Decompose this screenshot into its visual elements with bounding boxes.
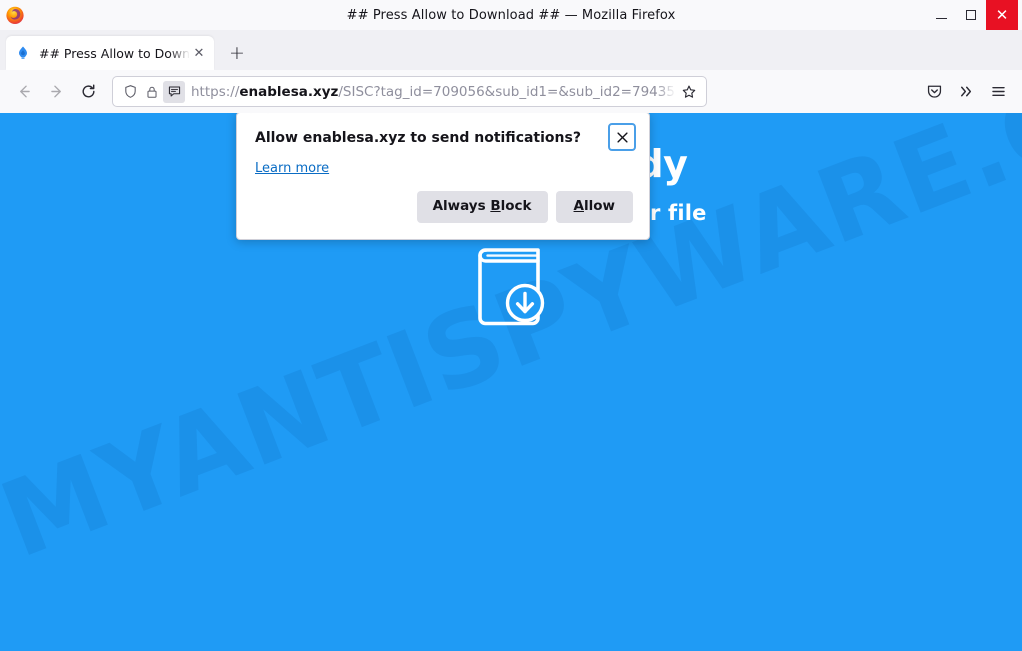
overflow-menu-button[interactable] [950,76,982,108]
dialog-close-button[interactable] [608,123,636,151]
always-block-suffix: lock [500,198,532,215]
tab-strip: ## Press Allow to Downl ✕ + [0,30,1022,70]
maximize-button[interactable] [956,0,986,30]
browser-window: ## Press Allow to Download ## — Mozilla … [0,0,1022,651]
tab-favicon-icon [15,45,31,61]
always-block-accesskey: B [490,198,501,215]
hamburger-menu-icon [991,86,1005,97]
pocket-icon [927,85,941,98]
url-host: enablesa.xyz [239,83,339,100]
always-block-prefix: Always [432,198,491,215]
always-block-button[interactable]: Always Block [416,191,548,223]
back-button[interactable] [8,76,40,108]
app-menu-button[interactable] [982,76,1014,108]
pocket-button[interactable] [918,76,950,108]
close-icon [616,131,628,143]
content-area: MYANTISPYWARE.COM Your file is ready cli… [0,113,1022,651]
minimize-icon [935,17,947,19]
close-window-button[interactable]: ✕ [986,0,1018,30]
url-scheme: https:// [191,83,240,100]
reload-button[interactable] [72,76,104,108]
forward-arrow-icon [50,85,61,98]
padlock-icon[interactable] [141,81,163,103]
book-download-icon [478,247,545,325]
window-controls: ✕ [926,0,1022,30]
url-bar[interactable]: https://enablesa.xyz/SISC?tag_id=709056&… [112,76,707,107]
url-text[interactable]: https://enablesa.xyz/SISC?tag_id=709056&… [191,84,676,100]
reload-icon [81,84,95,98]
back-arrow-icon [19,85,30,98]
shield-icon[interactable] [119,81,141,103]
firefox-logo-icon [4,4,26,26]
maximize-icon [966,10,976,20]
tab-close-button[interactable]: ✕ [190,44,208,62]
tab-title: ## Press Allow to Downl [39,45,190,61]
bookmark-star-icon[interactable] [676,79,702,105]
allow-suffix: llow [583,198,615,215]
tab-active[interactable]: ## Press Allow to Downl ✕ [6,36,214,70]
minimize-button[interactable] [926,0,956,30]
window-title: ## Press Allow to Download ## — Mozilla … [346,7,676,23]
forward-button[interactable] [40,76,72,108]
notification-permission-dialog: Allow enablesa.xyz to send notifications… [236,113,650,240]
learn-more-link[interactable]: Learn more [255,161,329,176]
double-chevron-icon [960,86,971,97]
dialog-body: Allow enablesa.xyz to send notifications… [237,113,649,177]
toolbar-right-group [918,76,1014,108]
navigation-toolbar: https://enablesa.xyz/SISC?tag_id=709056&… [0,70,1022,113]
url-path: /SISC?tag_id=709056&sub_id1=&sub_id2=794… [338,83,676,100]
download-icon-wrapper [0,245,1022,333]
close-icon: ✕ [995,5,1009,24]
dialog-title: Allow enablesa.xyz to send notifications… [255,130,581,146]
new-tab-button[interactable]: + [222,38,252,68]
allow-accesskey: A [573,198,584,215]
notification-permission-icon[interactable] [163,80,185,103]
dialog-actions: Always Block Allow [237,177,649,239]
title-bar: ## Press Allow to Download ## — Mozilla … [0,0,1022,30]
allow-button[interactable]: Allow [555,191,633,223]
